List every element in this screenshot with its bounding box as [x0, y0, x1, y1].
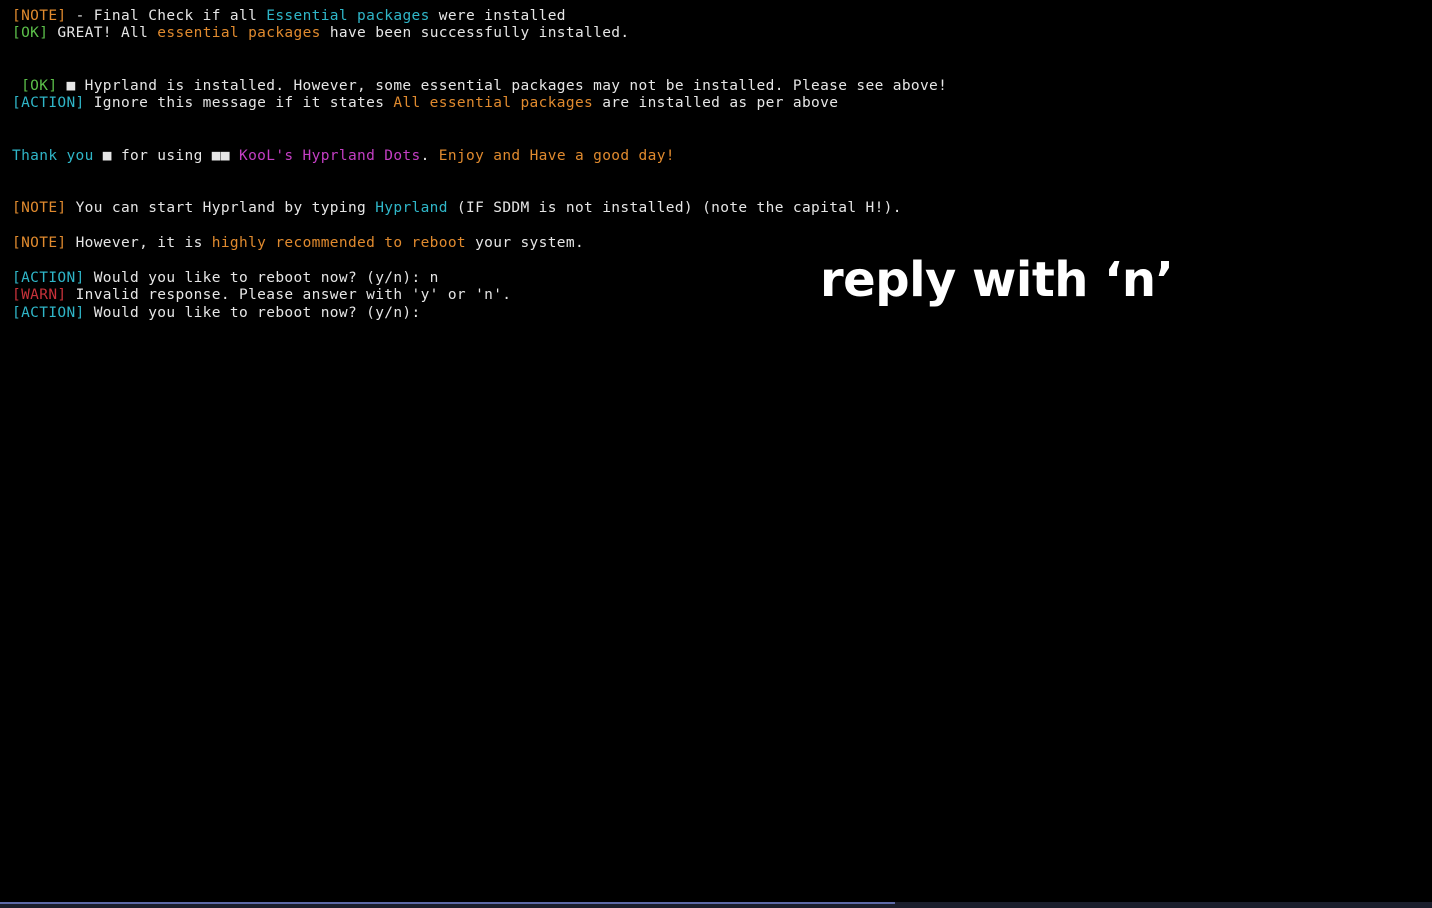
terminal-segment: You can start Hyprland by typing [66, 200, 376, 216]
terminal-segment: ■ Hyprland is installed. However, some e… [57, 78, 948, 94]
terminal-segment: [WARN] [12, 287, 67, 303]
terminal-line-ignore-message: [ACTION] Ignore this message if it state… [12, 94, 838, 112]
terminal-line-start-hyprland: [NOTE] You can start Hyprland by typing … [12, 199, 902, 217]
terminal-segment: [NOTE] [12, 200, 67, 216]
terminal-output[interactable]: [NOTE] - Final Check if all Essential pa… [0, 0, 1432, 900]
terminal-segment: Would you like to reboot now? (y/n): [84, 305, 421, 321]
terminal-line-final-check: [NOTE] - Final Check if all Essential pa… [12, 7, 566, 25]
terminal-segment: [ACTION] [12, 305, 85, 321]
terminal-segment: [OK] [12, 78, 58, 94]
terminal-segment: - Final Check if all [66, 8, 267, 24]
caption-overlay: reply with ‘n’ [820, 252, 1174, 308]
terminal-segment: [ACTION] [12, 95, 85, 111]
terminal-segment: Thank you [12, 148, 94, 164]
terminal-segment: Essential packages [266, 8, 430, 24]
terminal-segment: [OK] [12, 25, 49, 41]
terminal-segment: Hyprland [375, 200, 448, 216]
terminal-segment: [ACTION] [12, 270, 85, 286]
terminal-segment: [NOTE] [12, 235, 67, 251]
terminal-line-hyprland-installed: [OK] ■ Hyprland is installed. However, s… [12, 77, 947, 95]
terminal-segment: ■ for using ■■ [93, 148, 239, 164]
terminal-segment: Ignore this message if it states [84, 95, 394, 111]
terminal-segment: Would you like to reboot now? (y/n): n [84, 270, 439, 286]
terminal-segment: . [420, 148, 439, 164]
video-progress-fill [0, 902, 895, 904]
terminal-segment: are installed as per above [593, 95, 839, 111]
terminal-segment: (IF SDDM is not installed) (note the cap… [447, 200, 902, 216]
terminal-segment: Enjoy and Have a good day! [438, 148, 675, 164]
video-progress-bar[interactable] [0, 902, 1432, 908]
terminal-segment: However, it is [66, 235, 212, 251]
terminal-segment: highly recommended to reboot [211, 235, 466, 251]
terminal-line-reboot-prompt-answered: [ACTION] Would you like to reboot now? (… [12, 269, 439, 287]
terminal-line-ok-installed: [OK] GREAT! All essential packages have … [12, 24, 629, 42]
terminal-segment: GREAT! All [48, 25, 158, 41]
terminal-segment: have been successfully installed. [320, 25, 630, 41]
terminal-segment: were installed [429, 8, 566, 24]
terminal-segment: All essential packages [393, 95, 594, 111]
terminal-line-thank-you: Thank you ■ for using ■■ KooL's Hyprland… [12, 147, 675, 165]
terminal-segment: essential packages [157, 25, 321, 41]
terminal-segment: [NOTE] [12, 8, 67, 24]
terminal-segment: KooL's Hyprland Dots [239, 148, 421, 164]
terminal-segment: Invalid response. Please answer with 'y'… [66, 287, 512, 303]
terminal-segment: your system. [466, 235, 585, 251]
terminal-line-reboot-recommended: [NOTE] However, it is highly recommended… [12, 234, 584, 252]
terminal-line-warn-invalid: [WARN] Invalid response. Please answer w… [12, 286, 511, 304]
terminal-line-reboot-prompt[interactable]: [ACTION] Would you like to reboot now? (… [12, 304, 421, 322]
